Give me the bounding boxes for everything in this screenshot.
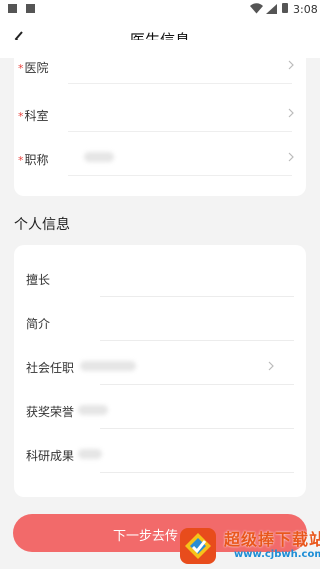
divider	[68, 83, 292, 84]
divider	[100, 472, 294, 473]
notification-icon	[26, 4, 35, 13]
awards-label: 获奖荣誉	[26, 405, 75, 419]
watermark-logo-icon	[180, 528, 216, 564]
department-row[interactable]: *科室	[14, 88, 306, 132]
social-position-label: 社会任职	[26, 361, 75, 375]
blurred-value	[84, 152, 114, 162]
status-time: 3:08	[293, 3, 318, 16]
expertise-row[interactable]: 擅长	[14, 253, 306, 297]
status-bar: 3:08	[0, 0, 320, 20]
basic-info-card: *医院 *科室 *职称	[14, 40, 306, 196]
title-row[interactable]: *职称	[14, 132, 306, 176]
chevron-right-icon	[268, 361, 274, 371]
chevron-right-icon	[288, 152, 294, 162]
required-mark: *	[18, 154, 24, 167]
wifi-icon	[250, 3, 263, 14]
chevron-right-icon	[288, 108, 294, 118]
blurred-value	[80, 361, 136, 371]
battery-icon	[282, 3, 288, 13]
personal-info-card: 擅长 简介 社会任职 获奖荣誉 科研成果	[14, 245, 306, 497]
research-row[interactable]: 科研成果	[14, 429, 306, 473]
department-label: 科室	[24, 109, 49, 123]
chevron-right-icon	[288, 60, 294, 70]
introduction-row[interactable]: 简介	[14, 297, 306, 341]
job-title-label: 职称	[24, 153, 49, 167]
hospital-row[interactable]: *医院	[14, 40, 306, 84]
introduction-label: 简介	[26, 317, 51, 331]
blurred-value	[78, 449, 102, 459]
divider	[68, 175, 292, 176]
watermark-title: 超级捧下载站	[224, 530, 320, 549]
hospital-label: 医院	[24, 61, 49, 75]
awards-row[interactable]: 获奖荣誉	[14, 385, 306, 429]
expertise-label: 擅长	[26, 273, 51, 287]
watermark-url: www.cjbwh.com	[234, 549, 320, 560]
required-mark: *	[18, 62, 24, 75]
notification-icon	[8, 4, 17, 13]
social-position-row[interactable]: 社会任职	[14, 341, 306, 385]
required-mark: *	[18, 110, 24, 123]
blurred-value	[78, 405, 108, 415]
section-title: 个人信息	[14, 217, 70, 233]
next-step-label: 下一步去传	[113, 529, 179, 544]
watermark: 超级捧下载站 www.cjbwh.com	[176, 520, 320, 569]
research-label: 科研成果	[26, 449, 75, 463]
signal-icon	[266, 4, 277, 14]
